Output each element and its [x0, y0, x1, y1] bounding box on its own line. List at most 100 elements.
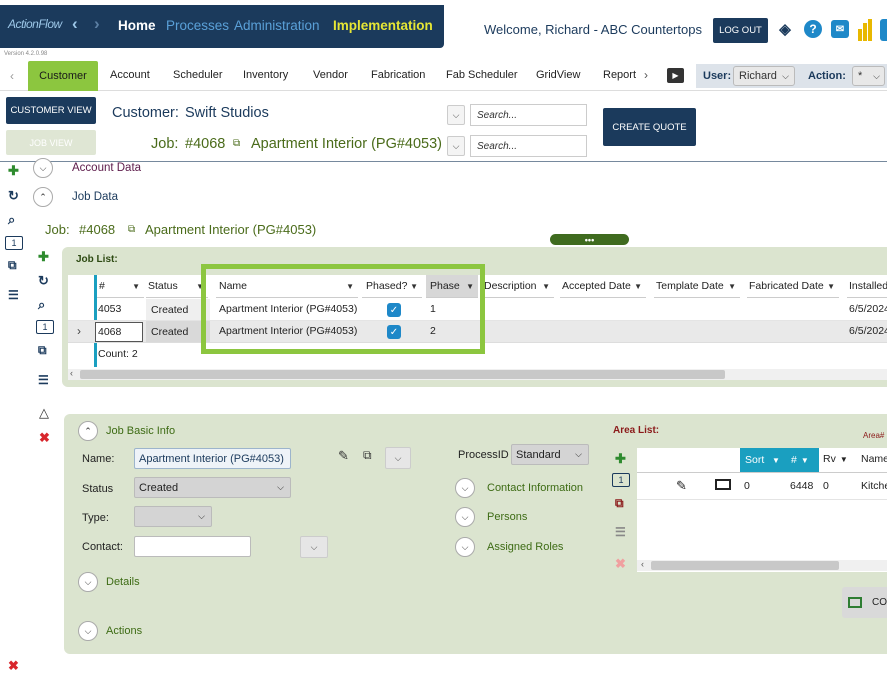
warning-icon[interactable]: △	[39, 405, 49, 421]
app-logo[interactable]: ActionFlow	[8, 17, 62, 31]
filter-icon[interactable]: ▼	[840, 455, 848, 464]
actions-label[interactable]: Actions	[106, 625, 142, 637]
filter-icon[interactable]: ▼	[542, 282, 550, 291]
expand-row-icon[interactable]: ›	[77, 324, 81, 338]
job-data-label[interactable]: Job Data	[72, 191, 118, 203]
forward-arrow-icon[interactable]: ›	[94, 14, 100, 34]
details-label[interactable]: Details	[106, 576, 140, 588]
col-header-accepted[interactable]: Accepted Date ▼	[560, 275, 646, 298]
customer-name[interactable]: Swift Studios	[185, 105, 269, 121]
back-arrow-icon[interactable]: ‹	[72, 14, 78, 34]
nav-implementation[interactable]: Implementation	[333, 18, 433, 33]
tabs-right-arrow-icon[interactable]: ›	[644, 68, 648, 82]
video-icon[interactable]: ▶	[667, 68, 684, 83]
table-row[interactable]: ✎ 0 6448 0 Kitchen	[637, 474, 887, 500]
contact-dropdown-button[interactable]: ⌵	[300, 536, 328, 558]
scroll-left-icon[interactable]: ‹	[70, 368, 73, 378]
contact-info-toggle[interactable]: ⌵	[455, 478, 475, 498]
horizontal-scrollbar[interactable]: ‹	[68, 368, 887, 380]
col-header-description[interactable]: Description ▼	[482, 275, 554, 298]
user-select[interactable]: Richard ⌵	[733, 66, 795, 86]
filter-icon[interactable]: ▼	[728, 282, 736, 291]
tab-customer[interactable]: Customer	[28, 61, 98, 91]
nav-administration[interactable]: Administration	[234, 18, 320, 33]
row-number[interactable]: 4068	[95, 322, 143, 342]
job-dropdown-button[interactable]: ⌵	[447, 136, 465, 156]
copy-icon[interactable]: ⧉	[363, 448, 372, 463]
scrollbar-thumb[interactable]	[651, 561, 839, 570]
assigned-roles-toggle[interactable]: ⌵	[455, 537, 475, 557]
copy-icon[interactable]: ⧉	[38, 343, 47, 358]
nav-home[interactable]: Home	[118, 18, 156, 33]
col-header-rv[interactable]: Rv ▼	[823, 453, 848, 465]
filter-icon[interactable]: ▼	[634, 282, 642, 291]
col-header-template[interactable]: Template Date ▼	[654, 275, 740, 298]
job-view-button[interactable]: JOB VIEW	[6, 130, 96, 155]
create-quote-button[interactable]: CREATE QUOTE	[603, 108, 696, 146]
contact-info-label[interactable]: Contact Information	[487, 482, 583, 494]
add-area-icon[interactable]: ✚	[615, 451, 626, 467]
tab-fab-scheduler[interactable]: Fab Scheduler	[446, 69, 518, 81]
checklist-icon[interactable]: ☰	[615, 525, 626, 539]
edit-icon[interactable]: ✎	[338, 448, 349, 464]
job-basic-info-toggle[interactable]: ⌃	[78, 421, 98, 441]
tab-inventory[interactable]: Inventory	[243, 69, 288, 81]
job-basic-info-title[interactable]: Job Basic Info	[106, 425, 175, 437]
tab-vendor[interactable]: Vendor	[313, 69, 348, 81]
chart-icon[interactable]	[858, 19, 874, 41]
job-search-input[interactable]: Search...	[470, 135, 587, 157]
job-name-input[interactable]: Apartment Interior (PG#4053)	[134, 448, 291, 469]
col-header-sort[interactable]: Sort	[740, 448, 772, 472]
edit-icon[interactable]: ✎	[676, 478, 687, 494]
col-header-num[interactable]: # ▼	[787, 448, 819, 472]
tabs-left-arrow-icon[interactable]: ‹	[10, 69, 14, 83]
customer-view-button[interactable]: CUSTOMER VIEW	[6, 97, 96, 124]
copy-icon[interactable]: ⧉	[128, 224, 135, 235]
filter-icon[interactable]: ▼	[132, 282, 140, 291]
copy-icon[interactable]: ⧉	[233, 138, 240, 149]
checklist-icon[interactable]: ☰	[38, 373, 49, 387]
search-icon[interactable]: ⌕	[38, 297, 45, 313]
extra-icon[interactable]	[880, 19, 887, 41]
status-select[interactable]: Created ⌵	[134, 477, 291, 498]
sort-icon[interactable]: ▼	[801, 456, 809, 465]
ticket-icon[interactable]: ◈	[776, 20, 794, 38]
actions-toggle[interactable]: ⌵	[78, 621, 98, 641]
customer-dropdown-button[interactable]: ⌵	[447, 105, 465, 125]
customer-search-input[interactable]: Search...	[470, 104, 587, 126]
copy-icon[interactable]: ⧉	[8, 258, 17, 273]
mail-icon[interactable]: ✉	[831, 20, 849, 38]
job-data-toggle[interactable]: ⌃	[33, 187, 53, 207]
details-toggle[interactable]: ⌵	[78, 572, 98, 592]
tab-account[interactable]: Account	[110, 69, 150, 81]
type-select[interactable]: ⌵	[134, 506, 212, 527]
processid-select[interactable]: Standard ⌵	[511, 444, 589, 465]
assigned-roles-label[interactable]: Assigned Roles	[487, 541, 563, 553]
tab-report[interactable]: Report	[603, 69, 636, 81]
nav-processes[interactable]: Processes	[166, 18, 229, 33]
persons-toggle[interactable]: ⌵	[455, 507, 475, 527]
search-icon[interactable]: ⌕	[8, 212, 15, 228]
col-header-fabricated[interactable]: Fabricated Date ▼	[747, 275, 839, 298]
logout-button[interactable]: LOG OUT	[713, 18, 768, 43]
col-header-name[interactable]: Name	[861, 453, 887, 465]
filter-icon[interactable]: ▼	[827, 282, 835, 291]
job-number[interactable]: #4068	[185, 136, 225, 152]
copy-icon[interactable]: ⧉	[615, 496, 624, 511]
scrollbar-thumb[interactable]	[80, 370, 725, 379]
add-icon[interactable]: ✚	[8, 163, 19, 179]
tab-scheduler[interactable]: Scheduler	[173, 69, 223, 81]
scroll-left-icon[interactable]: ‹	[641, 559, 644, 569]
resize-handle[interactable]: •••	[550, 234, 629, 245]
refresh-icon[interactable]: ↻	[38, 273, 49, 289]
account-data-label[interactable]: Account Data	[72, 162, 141, 174]
job-name[interactable]: Apartment Interior (PG#4053)	[251, 136, 442, 152]
add-job-icon[interactable]: ✚	[38, 249, 49, 265]
col-header-number[interactable]: # ▼	[97, 275, 144, 298]
action-select[interactable]: * ⌵	[852, 66, 885, 86]
delete-job-icon[interactable]: ✖	[39, 430, 50, 446]
refresh-icon[interactable]: ↻	[8, 188, 19, 204]
delete-area-icon[interactable]: ✖	[615, 556, 626, 572]
tab-gridview[interactable]: GridView	[536, 69, 580, 81]
persons-label[interactable]: Persons	[487, 511, 527, 523]
